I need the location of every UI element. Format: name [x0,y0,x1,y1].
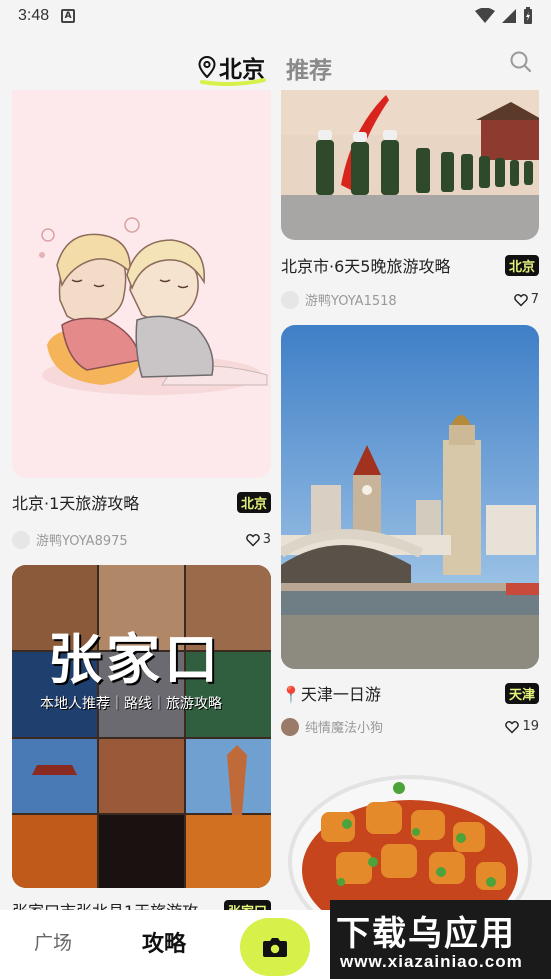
tianjin-bridge-photo [281,325,539,669]
card-cover-image [12,90,271,478]
watermark-logo: 下载乌应用 www.xiazainiao.com [330,900,551,979]
status-time: 3:48 [18,7,50,24]
card-title: 张家口市张北县1天旅游攻 [12,898,198,910]
zhangjiakou-collage [12,565,271,888]
watermark-text: 下载乌应用 [336,914,516,954]
card-cover-image [281,90,539,240]
location-pin-icon [198,56,216,78]
like-button[interactable]: 7 [513,292,539,307]
city-tag: 北京 [236,491,271,513]
city-tag: 张家口 [223,899,271,910]
city-tag: 天津 [504,682,539,704]
city-tag: 北京 [504,254,539,276]
cartoon-illustration [39,217,268,395]
card-meta: 纯情魔法小狗 19 [281,717,539,736]
cover-subtitle: 本地人推荐｜路线｜旅游攻略 [40,696,222,712]
author-name: 游鸭YOYA8975 [36,534,128,549]
like-count: 7 [530,292,539,307]
author-name: 游鸭YOYA1518 [305,294,397,309]
card-cover-image [281,325,539,669]
like-button[interactable]: 3 [245,532,271,547]
card-title: 📍天津一日游 [281,685,381,704]
card-title: 北京市·6天5晚旅游攻略 [281,257,451,276]
food-photo [281,752,539,910]
app-notification-icon: A [61,9,76,23]
card-title-row: 北京市·6天5晚旅游攻略 北京 [281,253,539,277]
heart-icon [505,720,520,733]
search-icon[interactable] [509,50,533,74]
guide-card[interactable]: 北京·1天旅游攻略 北京 游鸭YOYA8975 3 [12,90,271,552]
card-cover-image [281,752,539,910]
post-button[interactable] [240,918,310,976]
like-count: 3 [262,532,271,547]
nav-guide[interactable]: 攻略 [142,926,186,958]
guide-card[interactable]: 📍天津一日游 天津 纯情魔法小狗 19 [281,325,539,737]
wifi-icon [475,8,495,23]
battery-icon [524,7,532,24]
avatar [281,290,299,309]
avatar [281,717,299,736]
watermark-url: www.xiazainiao.com [340,952,523,971]
avatar [12,530,30,549]
parade-photo [281,90,539,240]
card-title-row: 张家口市张北县1天旅游攻 张家口 [12,898,271,910]
top-tabs: 北京 推荐 [0,40,551,90]
active-tab-indicator [200,78,266,86]
guide-card[interactable]: 张家口 本地人推荐｜路线｜旅游攻略 张家口市张北县1天旅游攻 张家口 [12,565,271,910]
heart-icon [513,293,528,306]
card-title-row: 📍天津一日游 天津 [281,681,539,705]
like-button[interactable]: 19 [505,719,539,734]
guide-card[interactable]: 北京市·6天5晚旅游攻略 北京 游鸭YOYA1518 7 [281,90,539,315]
card-meta: 游鸭YOYA8975 3 [12,530,271,549]
cover-headline: 张家口 [48,627,222,691]
camera-icon [263,938,287,957]
author-name: 纯情魔法小狗 [305,721,384,736]
signal-icon [502,9,516,23]
guide-card[interactable] [281,752,539,910]
feed: 北京·1天旅游攻略 北京 游鸭YOYA8975 3 北京市·6天5晚旅游攻略 北… [0,90,551,910]
card-title: 北京·1天旅游攻略 [12,494,140,513]
card-cover-image: 张家口 本地人推荐｜路线｜旅游攻略 [12,565,271,888]
status-icons [475,7,533,25]
tab-recommend[interactable]: 推荐 [286,51,332,85]
card-title-row: 北京·1天旅游攻略 北京 [12,490,271,514]
like-count: 19 [522,719,539,734]
card-meta: 游鸭YOYA1518 7 [281,290,539,309]
heart-icon [245,533,260,546]
screen: 3:48 A 北京 推荐 北京·1天旅游攻略 北京 游鸭YOYA8975 3 北… [0,0,551,979]
status-bar: 3:48 A [0,0,551,32]
nav-square[interactable]: 广场 [34,928,72,955]
